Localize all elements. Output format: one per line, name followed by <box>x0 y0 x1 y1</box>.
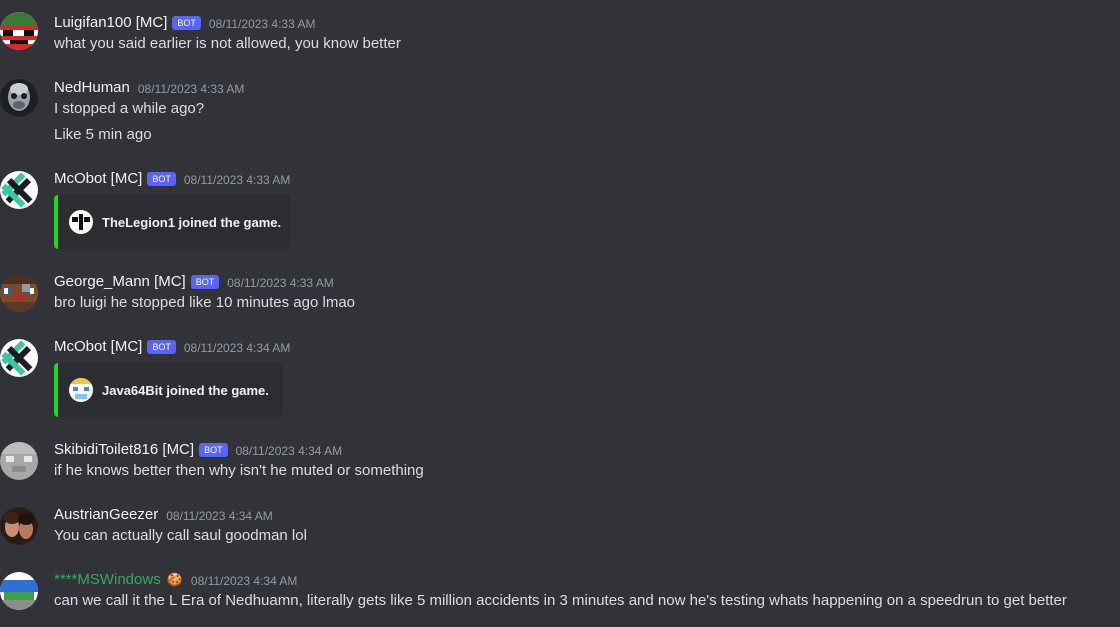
bot-tag: BOT <box>147 340 176 354</box>
message-header: McObot [MC] BOT 08/11/2023 4:34 AM <box>54 337 290 357</box>
username[interactable]: NedHuman <box>54 78 130 98</box>
message-header: McObot [MC] BOT 08/11/2023 4:33 AM <box>54 169 290 189</box>
message-header: NedHuman 08/11/2023 4:33 AM <box>54 78 244 98</box>
bot-tag: BOT <box>147 172 176 186</box>
username[interactable]: McObot [MC] <box>54 169 142 189</box>
embed-text: TheLegion1 joined the game. <box>102 214 282 230</box>
embed-text: Java64Bit joined the game. <box>102 382 269 398</box>
message-text: bro luigi he stopped like 10 minutes ago… <box>54 294 356 311</box>
avatar[interactable] <box>0 79 38 117</box>
username[interactable]: SkibidiToilet816 [MC] <box>54 440 194 460</box>
avatar[interactable] <box>0 171 38 209</box>
cookie-icon: 🍪 <box>166 572 183 587</box>
message-text: can we call it the L Era of Nedhuamn, li… <box>54 592 1067 609</box>
chat-message-list: Luigifan100 [MC] BOT 08/11/2023 4:33 AM … <box>0 0 1120 627</box>
message-header: George_Mann [MC] BOT 08/11/2023 4:33 AM <box>54 272 334 292</box>
timestamp[interactable]: 08/11/2023 4:33 AM <box>209 14 316 34</box>
player-head-icon <box>69 210 93 234</box>
username[interactable]: ****MSWindows <box>54 570 161 590</box>
bot-tag: BOT <box>172 16 201 30</box>
message-text: Like 5 min ago <box>54 126 152 143</box>
username[interactable]: George_Mann [MC] <box>54 272 186 292</box>
timestamp[interactable]: 08/11/2023 4:33 AM <box>138 79 245 99</box>
player-head-icon <box>69 378 93 402</box>
timestamp[interactable]: 08/11/2023 4:34 AM <box>191 571 298 591</box>
join-embed: TheLegion1 joined the game. <box>54 195 290 249</box>
message-header: ****MSWindows 🍪 08/11/2023 4:34 AM <box>54 570 297 590</box>
message-header: Luigifan100 [MC] BOT 08/11/2023 4:33 AM <box>54 13 315 33</box>
avatar[interactable] <box>0 339 38 377</box>
avatar[interactable] <box>0 12 38 50</box>
message-text: You can actually call saul goodman lol <box>54 527 307 544</box>
bot-tag: BOT <box>199 443 228 457</box>
message-text: I stopped a while ago? <box>54 100 205 117</box>
avatar[interactable] <box>0 442 38 480</box>
message-text: what you said earlier is not allowed, yo… <box>54 35 401 52</box>
bot-tag: BOT <box>190 275 220 289</box>
timestamp[interactable]: 08/11/2023 4:34 AM <box>184 338 291 358</box>
username[interactable]: AustrianGeezer <box>54 505 158 525</box>
avatar[interactable] <box>0 572 38 610</box>
join-embed: Java64Bit joined the game. <box>54 363 283 417</box>
message-header: AustrianGeezer 08/11/2023 4:34 AM <box>54 505 273 525</box>
timestamp[interactable]: 08/11/2023 4:34 AM <box>166 506 273 526</box>
timestamp[interactable]: 08/11/2023 4:33 AM <box>184 170 291 190</box>
timestamp[interactable]: 08/11/2023 4:34 AM <box>236 441 343 461</box>
message-header: SkibidiToilet816 [MC] BOT 08/11/2023 4:3… <box>54 440 342 460</box>
username[interactable]: McObot [MC] <box>54 337 142 357</box>
avatar[interactable] <box>0 274 38 312</box>
timestamp[interactable]: 08/11/2023 4:33 AM <box>227 273 334 293</box>
username[interactable]: Luigifan100 [MC] <box>54 13 167 33</box>
message-text: if he knows better then why isn't he mut… <box>54 462 424 479</box>
avatar[interactable] <box>0 507 38 545</box>
